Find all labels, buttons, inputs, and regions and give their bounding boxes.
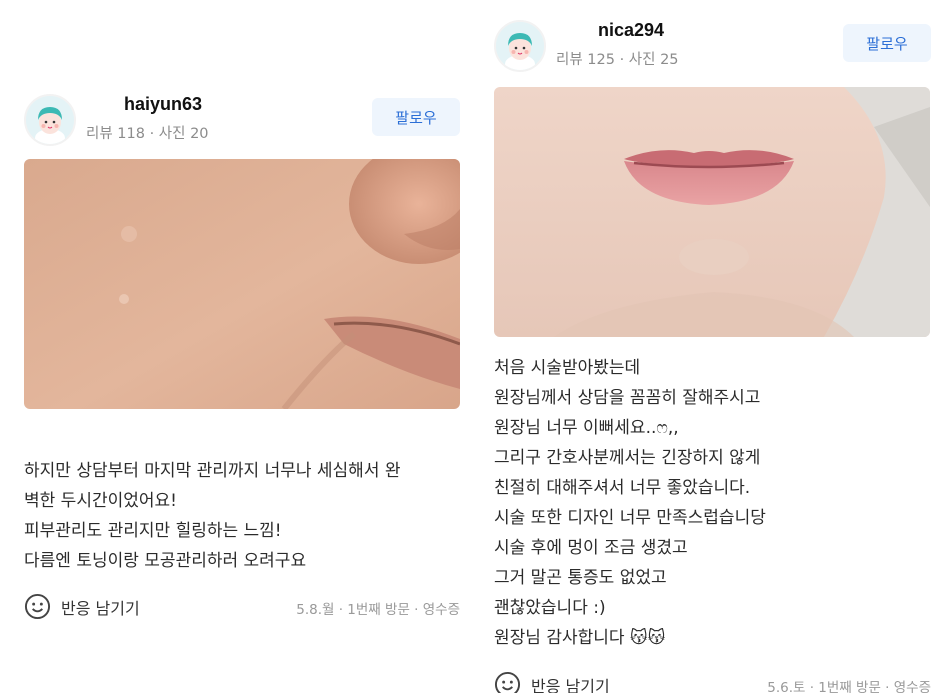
username[interactable]: haiyun63 (124, 94, 202, 115)
review-line: 하지만 상담부터 마지막 관리까지 너무나 세심해서 완 (24, 461, 401, 481)
user-avatar-icon (26, 96, 74, 144)
react-label: 반응 남기기 (61, 598, 140, 618)
smile-icon (494, 671, 521, 693)
review-card: haiyun63 리뷰 118 · 사진 20 팔로우 하지만 상담부터 마지막… (24, 0, 460, 693)
user-avatar-icon (496, 22, 544, 70)
review-body: 하지만 상담부터 마지막 관리까지 너무나 세심해서 완 벽한 두시간이었어요!… (24, 456, 460, 576)
review-body: 처음 시술받아봤는데 원장님께서 상담을 꼼꼼히 잘해주시고 원장님 너무 이뻐… (494, 353, 931, 653)
review-line: 벽한 두시간이었어요! (24, 491, 177, 511)
review-line: 그거 말곤 통증도 없었고 (494, 568, 667, 588)
smile-icon (24, 593, 51, 620)
follow-button[interactable]: 팔로우 (372, 98, 460, 136)
review-line: 그리구 간호사분께서는 긴장하지 않게 (494, 448, 761, 468)
review-line: 원장님 감사합니다 😽😽 (494, 628, 666, 648)
avatar[interactable] (494, 20, 546, 72)
review-card: nica294 리뷰 125 · 사진 25 팔로우 처음 시술받아봤는데 원장… (494, 0, 931, 693)
review-header: nica294 리뷰 125 · 사진 25 팔로우 (494, 18, 931, 78)
review-line: 시술 또한 디자인 너무 만족스럽습니당 (494, 508, 766, 528)
review-line: 원장님 너무 이뻐세요..ෆ,, (494, 418, 679, 438)
react-button[interactable]: 반응 남기기 (494, 671, 610, 693)
review-stats: 리뷰 125 · 사진 25 (556, 52, 679, 68)
review-footer: 반응 남기기 5.8.월 · 1번째 방문 · 영수증 (24, 593, 460, 623)
review-stats: 리뷰 118 · 사진 20 (86, 126, 209, 142)
review-photo[interactable] (494, 87, 930, 337)
review-line: 친절히 대해주셔서 너무 좋았습니다. (494, 478, 751, 498)
review-line: 원장님께서 상담을 꼼꼼히 잘해주시고 (494, 388, 761, 408)
username[interactable]: nica294 (598, 20, 664, 41)
visit-meta: 5.6.토 · 1번째 방문 · 영수증 (767, 680, 931, 693)
avatar[interactable] (24, 94, 76, 146)
review-footer: 반응 남기기 5.6.토 · 1번째 방문 · 영수증 (494, 671, 931, 693)
react-label: 반응 남기기 (531, 676, 610, 693)
review-photo[interactable] (24, 159, 460, 409)
review-line: 처음 시술받아봤는데 (494, 358, 641, 378)
review-line: 시술 후에 멍이 조금 생겼고 (494, 538, 688, 558)
review-header: haiyun63 리뷰 118 · 사진 20 팔로우 (24, 92, 460, 152)
react-button[interactable]: 반응 남기기 (24, 593, 140, 620)
review-line: 피부관리도 관리지만 힐링하는 느낌! (24, 521, 282, 541)
review-line: 괜찮았습니다 :) (494, 598, 606, 618)
review-line: 다름엔 토닝이랑 모공관리하러 오려구요 (24, 551, 307, 571)
follow-button[interactable]: 팔로우 (843, 24, 931, 62)
visit-meta: 5.8.월 · 1번째 방문 · 영수증 (296, 602, 460, 618)
